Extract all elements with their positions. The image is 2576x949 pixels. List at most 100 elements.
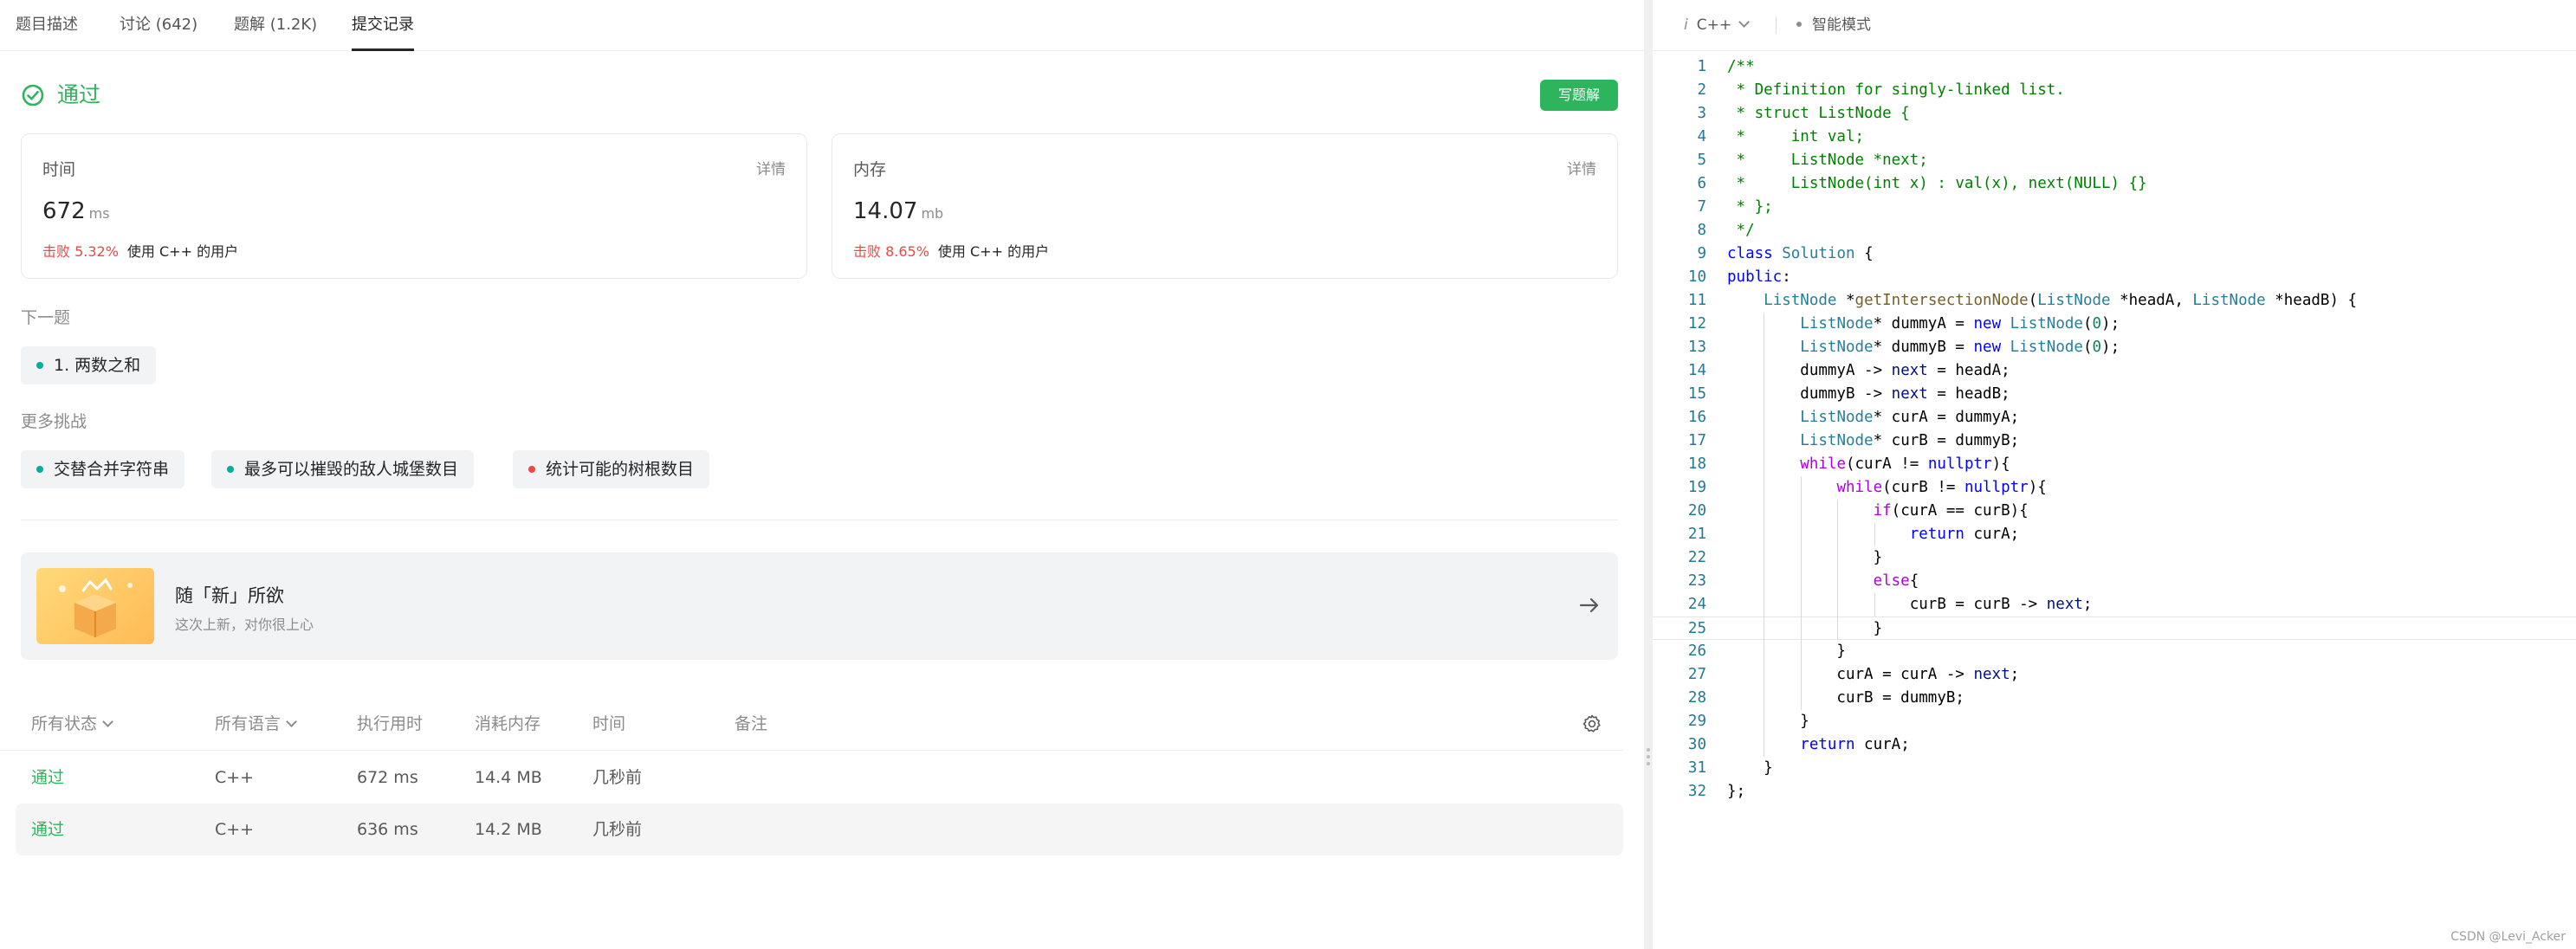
submission-status[interactable]: 通过 — [31, 752, 64, 804]
write-solution-button[interactable]: 写题解 — [1540, 80, 1618, 111]
line-number: 27 — [1687, 666, 1706, 683]
line-number: 30 — [1687, 736, 1706, 753]
tab-solutions[interactable]: 题解 (1.2K) — [234, 0, 317, 50]
code-text: curA = curA -> next; — [1727, 666, 2020, 683]
code-text: * Definition for singly-linked list. — [1727, 81, 2065, 99]
code-line[interactable]: 24 curB = curB -> next; — [1653, 593, 2576, 617]
code-text: ListNode* curB = dummyB; — [1800, 432, 2020, 449]
code-line[interactable]: 9 class Solution { — [1653, 242, 2576, 266]
code-line[interactable]: 14 dummyA -> next = headA; — [1653, 359, 2576, 383]
promo-banner[interactable]: 随「新」所欲 这次上新，对你很上心 — [21, 552, 1618, 660]
smart-mode-toggle[interactable]: 智能模式 — [1796, 0, 1871, 50]
code-editor[interactable]: 1 /** 2 * Definition for singly-linked lis… — [1653, 55, 2576, 817]
problem-tabs: 题目描述 讨论 (642) 题解 (1.2K) 提交记录 — [0, 0, 1644, 51]
line-number: 26 — [1687, 642, 1706, 660]
submission-language: C++ — [215, 820, 255, 839]
code-text: } — [1727, 549, 1883, 566]
memory-detail-link[interactable]: 详情 — [1567, 157, 1596, 178]
code-line[interactable]: 27 curA = curA -> next; — [1653, 663, 2576, 687]
code-line[interactable]: 29 } — [1653, 710, 2576, 733]
code-line[interactable]: 17 ListNode* curB = dummyB; — [1653, 429, 2576, 453]
code-line[interactable]: 19 while(curB != nullptr){ — [1653, 476, 2576, 500]
line-number: 5 — [1697, 152, 1706, 169]
code-line[interactable]: 28 curB = dummyB; — [1653, 687, 2576, 710]
challenge-chip[interactable]: 最多可以摧毁的敌人城堡数目 — [211, 450, 475, 488]
line-number: 4 — [1697, 128, 1706, 145]
next-problem-title: 1. 两数之和 — [54, 356, 141, 375]
check-circle-icon — [22, 84, 44, 107]
line-number: 9 — [1697, 245, 1706, 262]
status-filter[interactable]: 所有状态 — [31, 698, 113, 750]
runtime-detail-link[interactable]: 详情 — [756, 157, 786, 178]
challenge-chip[interactable]: 交替合并字符串 — [21, 450, 185, 488]
code-text: return curA; — [1800, 736, 1910, 753]
code-line[interactable]: 16 ListNode* curA = dummyA; — [1653, 406, 2576, 429]
submission-time: 几秒前 — [592, 768, 643, 787]
tab-description[interactable]: 题目描述 — [16, 0, 78, 50]
line-number: 11 — [1687, 292, 1706, 309]
code-line[interactable]: 11 ListNode *getIntersectionNode(ListNod… — [1653, 289, 2576, 313]
code-line[interactable]: 4 * int val; — [1653, 126, 2576, 149]
runtime-value-row: 672 ms — [42, 198, 110, 224]
code-text: dummyB -> next = headB; — [1727, 385, 2010, 403]
code-line[interactable]: 3 * struct ListNode { — [1653, 102, 2576, 126]
submission-status[interactable]: 通过 — [31, 804, 64, 855]
code-line[interactable]: 1 /** — [1653, 55, 2576, 79]
submission-language: C++ — [215, 768, 255, 787]
memory-value-row: 14.07 mb — [853, 198, 943, 224]
code-line[interactable]: 10 public: — [1653, 266, 2576, 289]
line-number: 8 — [1697, 222, 1706, 239]
challenge-title: 统计可能的树根数目 — [546, 460, 695, 479]
toolbar-divider — [1776, 16, 1777, 34]
code-text: class Solution { — [1727, 245, 1874, 262]
code-editor-panel: i C++ 智能模式 1 /** 2 * Definition for singly-… — [1653, 0, 2576, 949]
line-number: 25 — [1687, 620, 1706, 637]
code-line[interactable]: 31 } — [1653, 757, 2576, 780]
code-line[interactable]: 18 while(curA != nullptr){ — [1653, 453, 2576, 476]
code-line[interactable]: 15 dummyB -> next = headB; — [1653, 383, 2576, 406]
code-line[interactable]: 30 return curA; — [1653, 733, 2576, 757]
memory-value: 14.07 — [853, 198, 918, 224]
table-row[interactable]: 通过 C++ 636 ms 14.2 MB 几秒前 — [16, 804, 1623, 855]
code-line[interactable]: 12 ListNode* dummyA = new ListNode(0); — [1653, 313, 2576, 336]
language-select[interactable]: i C++ — [1684, 0, 1750, 50]
code-line[interactable]: 32}; — [1653, 780, 2576, 804]
code-line[interactable]: 13 ListNode* dummyB = new ListNode(0); — [1653, 336, 2576, 359]
code-line[interactable]: 20 if(curA == curB){ — [1653, 500, 2576, 523]
code-text: ListNode* curA = dummyA; — [1800, 409, 2020, 426]
code-line[interactable]: 21 return curA; — [1653, 523, 2576, 546]
code-line[interactable]: 22 } — [1653, 546, 2576, 570]
table-row[interactable]: 通过 C++ 672 ms 14.4 MB 几秒前 — [16, 752, 1623, 804]
submission-runtime: 636 ms — [357, 820, 418, 839]
line-number: 12 — [1687, 315, 1706, 332]
line-number: 31 — [1687, 759, 1706, 777]
code-line[interactable]: 25 } — [1653, 617, 2576, 640]
code-line[interactable]: 8 */ — [1653, 219, 2576, 242]
line-number: 28 — [1687, 689, 1706, 707]
code-line[interactable]: 7 * }; — [1653, 196, 2576, 219]
challenge-chip[interactable]: 统计可能的树根数目 — [513, 450, 710, 488]
submission-panel: 题目描述 讨论 (642) 题解 (1.2K) 提交记录 通过 写题解 时间 详… — [0, 0, 1644, 949]
code-line[interactable]: 23 else{ — [1653, 570, 2576, 593]
code-line[interactable]: 2 * Definition for singly-linked list. — [1653, 79, 2576, 102]
code-text: /** — [1727, 58, 1755, 75]
chevron-down-icon — [286, 716, 297, 727]
line-number: 21 — [1687, 526, 1706, 543]
code-line[interactable]: 26 } — [1653, 640, 2576, 663]
next-problem-chip[interactable]: 1. 两数之和 — [21, 346, 157, 384]
panel-resize-handle[interactable] — [1644, 0, 1653, 949]
memory-title: 内存 — [853, 160, 887, 179]
line-number: 22 — [1687, 549, 1706, 566]
tab-discussion[interactable]: 讨论 (642) — [120, 0, 197, 50]
language-filter[interactable]: 所有语言 — [215, 698, 297, 750]
runtime-unit: ms — [88, 205, 110, 222]
line-number: 23 — [1687, 572, 1706, 590]
tab-submissions[interactable]: 提交记录 — [352, 0, 414, 51]
line-number: 6 — [1697, 175, 1706, 192]
code-text: else{ — [1873, 572, 1919, 590]
code-text: } — [1727, 713, 1809, 730]
line-number: 20 — [1687, 502, 1706, 520]
gear-icon[interactable] — [1582, 713, 1602, 734]
code-line[interactable]: 5 * ListNode *next; — [1653, 149, 2576, 172]
code-line[interactable]: 6 * ListNode(int x) : val(x), next(NULL)… — [1653, 172, 2576, 196]
